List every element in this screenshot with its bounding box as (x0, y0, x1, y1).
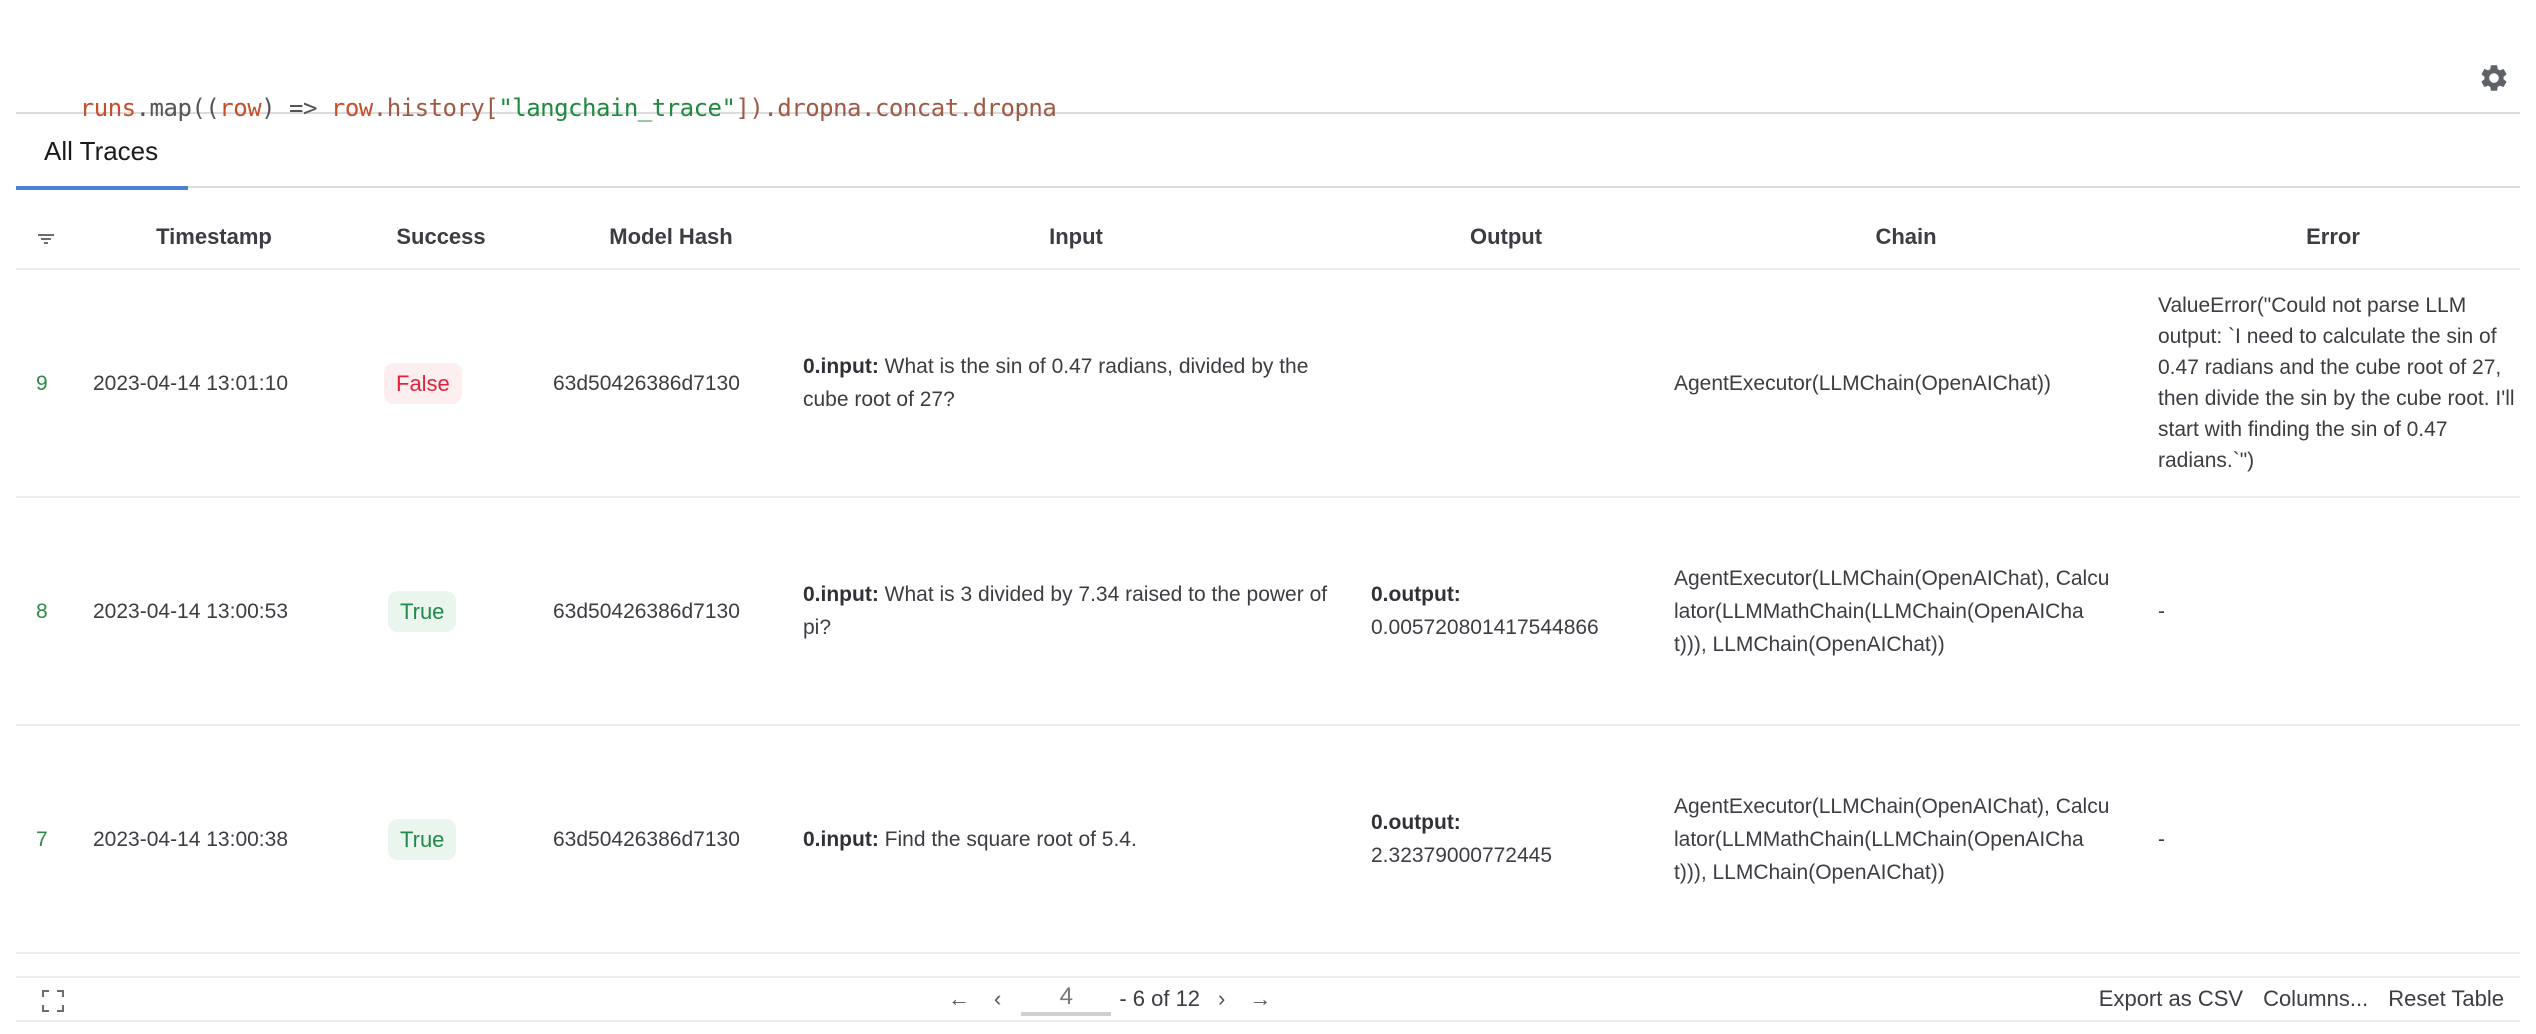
query-bar: runs.map((row) => row.history["langchain… (16, 52, 2520, 122)
prev-page-button[interactable]: ‹ (982, 986, 1013, 1012)
input-value: What is the sin of 0.47 radians, divided… (803, 355, 1309, 411)
input-key: 0.input: (803, 583, 879, 606)
input-key: 0.input: (803, 827, 879, 851)
input-cell: 0.input: What is the sin of 0.47 radians… (803, 270, 1333, 496)
column-header-output[interactable]: Output (1356, 224, 1656, 250)
chain-cell: AgentExecutor(LLMChain(OpenAIChat), Calc… (1674, 794, 2110, 884)
table-header: Timestamp Success Model Hash Input Outpu… (16, 210, 2520, 270)
column-header-timestamp[interactable]: Timestamp (74, 224, 354, 250)
gear-icon[interactable] (2478, 62, 2510, 94)
output-cell: 0.output: 2.32379000772445 (1371, 726, 1661, 952)
filter-icon[interactable] (36, 232, 56, 248)
input-key: 0.input: (803, 355, 879, 378)
row-index: 9 (36, 371, 48, 395)
column-header-chain[interactable]: Chain (1676, 224, 2136, 250)
reset-table-button[interactable]: Reset Table (2388, 986, 2504, 1012)
output-cell: 0.output: 0.005720801417544866 (1371, 498, 1661, 724)
page-range-text: - 6 of 12 (1119, 986, 1201, 1011)
table-footer: ← ‹ - 6 of 12 › → Export as CSV Columns.… (16, 976, 2520, 1022)
model-hash-cell: 63d50426386d7130 (553, 371, 740, 395)
fullscreen-icon[interactable] (42, 990, 64, 1012)
table-actions: Export as CSV Columns... Reset Table (2099, 978, 2504, 1020)
pagination: ← ‹ - 6 of 12 › → (936, 978, 1283, 1020)
table-row[interactable]: 7 2023-04-14 13:00:38 True 63d50426386d7… (16, 726, 2520, 954)
model-hash-cell: 63d50426386d7130 (553, 599, 740, 623)
timestamp-cell: 2023-04-14 13:01:10 (93, 371, 288, 395)
input-cell: 0.input: What is 3 divided by 7.34 raise… (803, 498, 1333, 724)
error-cell: - (2158, 827, 2165, 851)
row-index: 7 (36, 827, 48, 851)
input-cell: 0.input: Find the square root of 5.4. (803, 726, 1333, 952)
timestamp-cell: 2023-04-14 13:00:38 (93, 827, 288, 851)
success-badge: True (388, 590, 457, 632)
column-header-error[interactable]: Error (2146, 224, 2520, 250)
next-page-button[interactable]: › (1206, 986, 1237, 1012)
column-header-input[interactable]: Input (796, 224, 1356, 250)
page-start-input[interactable] (1021, 982, 1112, 1016)
error-cell: ValueError("Could not parse LLM output: … (2158, 294, 2515, 472)
traces-table: Timestamp Success Model Hash Input Outpu… (16, 210, 2520, 954)
output-value: 0.005720801417544866 (1371, 616, 1599, 639)
export-csv-button[interactable]: Export as CSV (2099, 986, 2243, 1012)
timestamp-cell: 2023-04-14 13:00:53 (93, 599, 288, 623)
table-row[interactable]: 9 2023-04-14 13:01:10 False 63d50426386d… (16, 270, 2520, 498)
output-cell (1371, 270, 1661, 496)
last-page-button[interactable]: → (1237, 986, 1283, 1012)
input-value: What is 3 divided by 7.34 raised to the … (803, 583, 1328, 639)
tab-bar: All Traces (16, 114, 2520, 190)
success-badge: False (384, 362, 462, 404)
chain-cell: AgentExecutor(LLMChain(OpenAIChat), Calc… (1674, 566, 2110, 656)
table-row[interactable]: 8 2023-04-14 13:00:53 True 63d50426386d7… (16, 498, 2520, 726)
output-key: 0.output: (1371, 811, 1461, 834)
input-value: Find the square root of 5.4. (878, 827, 1137, 851)
first-page-button[interactable]: ← (936, 986, 982, 1012)
success-badge: True (388, 818, 457, 860)
output-value: 2.32379000772445 (1371, 844, 1553, 867)
model-hash-cell: 63d50426386d7130 (553, 827, 740, 851)
column-header-model-hash[interactable]: Model Hash (546, 224, 796, 250)
error-cell: - (2158, 599, 2165, 623)
columns-button[interactable]: Columns... (2263, 986, 2368, 1012)
column-header-success[interactable]: Success (376, 224, 506, 250)
tab-all-traces[interactable]: All Traces (16, 114, 188, 190)
chain-cell: AgentExecutor(LLMChain(OpenAIChat)) (1674, 371, 2052, 395)
row-index: 8 (36, 599, 48, 623)
output-key: 0.output: (1371, 583, 1461, 606)
